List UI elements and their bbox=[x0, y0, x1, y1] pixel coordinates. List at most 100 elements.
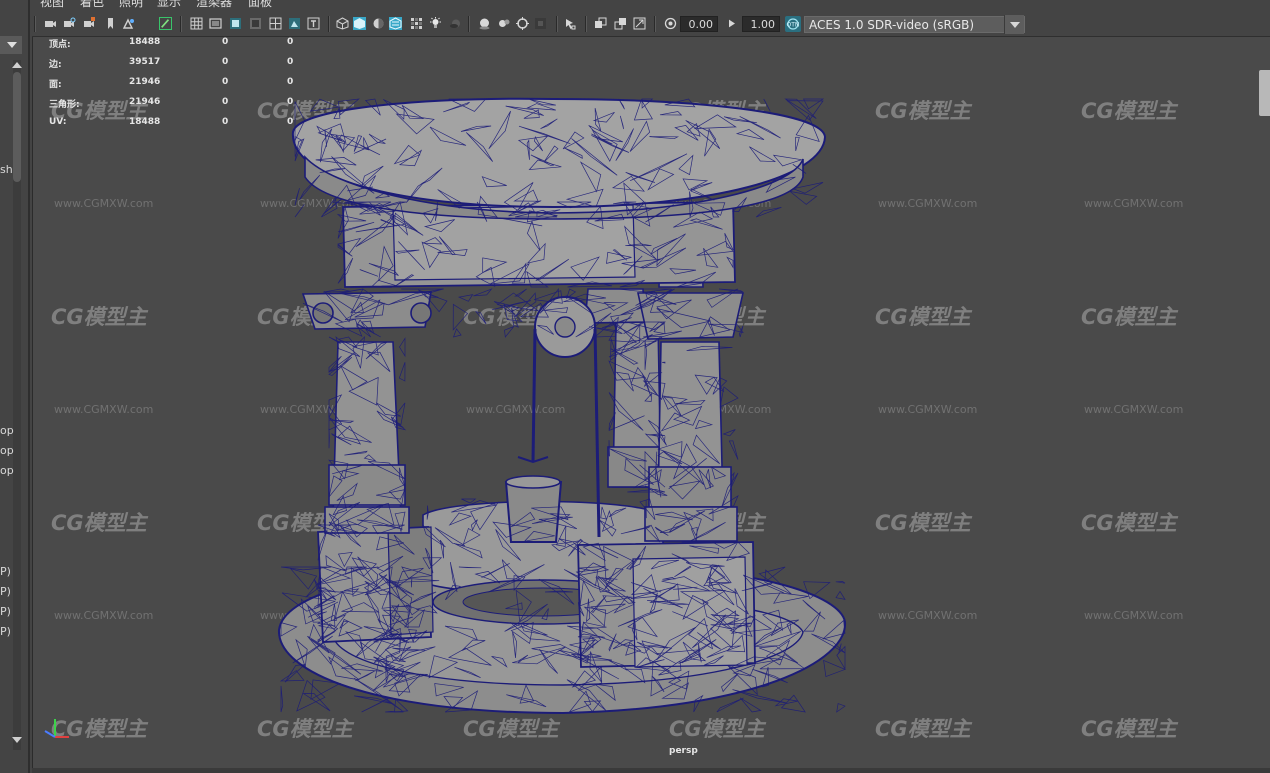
mesh-triangle bbox=[835, 590, 846, 600]
xray-active-icon[interactable] bbox=[594, 17, 607, 30]
depth-of-field-icon[interactable] bbox=[516, 17, 529, 30]
side-panel-tab[interactable] bbox=[1259, 70, 1270, 116]
mesh-triangle bbox=[457, 294, 474, 302]
mesh-triangle bbox=[452, 328, 462, 338]
color-management-select[interactable]: ACES 1.0 SDR-video (sRGB) bbox=[804, 16, 1025, 33]
menu-panels[interactable]: 面板 bbox=[248, 0, 272, 10]
mesh-triangle bbox=[755, 206, 782, 218]
wireframe-icon[interactable] bbox=[336, 17, 349, 30]
toolbar-separator bbox=[180, 16, 182, 32]
hud-label: 三角形: bbox=[49, 100, 80, 110]
panel-menu-bar: 视图 着色 照明 显示 渲染器 面板 bbox=[32, 0, 1270, 11]
toolbar-separator bbox=[585, 16, 587, 32]
textured-icon[interactable] bbox=[389, 17, 402, 30]
mesh-triangle bbox=[722, 429, 736, 437]
scroll-up-arrow-icon[interactable] bbox=[12, 62, 22, 68]
hud-value: 0 bbox=[222, 57, 229, 67]
menu-renderer[interactable]: 渲染器 bbox=[196, 0, 232, 10]
grid-icon[interactable] bbox=[190, 17, 203, 30]
bookmark-icon[interactable] bbox=[104, 17, 117, 30]
perspective-viewport[interactable]: CG模型主 www.CGMXW.com CG模型主 www.CGMXW.com CG模型… bbox=[32, 37, 1270, 773]
toolbar-separator bbox=[328, 16, 330, 32]
toolbar-separator bbox=[34, 16, 36, 32]
film-gate-icon[interactable] bbox=[209, 17, 222, 30]
panel-fragment: P) bbox=[0, 565, 11, 578]
exposure-icon[interactable] bbox=[664, 17, 677, 30]
hud-row-vertices: 顶点: 18488 0 0 bbox=[49, 37, 329, 57]
mesh-triangle bbox=[739, 697, 762, 713]
mesh-triangle bbox=[310, 679, 342, 700]
xray-icon[interactable] bbox=[564, 17, 577, 30]
select-camera-icon[interactable] bbox=[44, 17, 57, 30]
mesh-triangle bbox=[608, 440, 610, 457]
mesh-triangle bbox=[296, 679, 326, 712]
mesh-triangle bbox=[475, 310, 487, 325]
mesh-triangle bbox=[763, 98, 771, 112]
mesh-triangle bbox=[473, 288, 493, 297]
lock-camera-icon[interactable] bbox=[63, 17, 76, 30]
hud-value: 0 bbox=[222, 117, 229, 127]
hud-label: UV: bbox=[49, 117, 67, 127]
menu-view[interactable]: 视图 bbox=[40, 0, 64, 10]
camera-name-label: persp bbox=[669, 746, 698, 756]
menu-shading[interactable]: 着色 bbox=[80, 0, 104, 10]
safe-action-icon[interactable] bbox=[288, 17, 301, 30]
grease-pencil-icon[interactable] bbox=[159, 17, 172, 30]
mesh-triangle bbox=[504, 325, 515, 338]
gamma-icon[interactable] bbox=[725, 17, 738, 30]
menu-show[interactable]: 显示 bbox=[157, 0, 181, 10]
mesh-triangle bbox=[732, 689, 787, 704]
field-chart-icon[interactable] bbox=[269, 17, 282, 30]
hud-value: 18488 bbox=[129, 117, 161, 127]
mesh-triangle bbox=[328, 336, 341, 345]
safe-title-icon[interactable] bbox=[307, 17, 320, 30]
hud-row-edges: 边: 39517 0 0 bbox=[49, 57, 329, 77]
chevron-down-icon[interactable] bbox=[1004, 15, 1024, 34]
panel-fragment: op bbox=[0, 424, 14, 437]
scroll-down-arrow-icon[interactable] bbox=[12, 737, 22, 743]
color-management-icon[interactable]: OTN bbox=[785, 16, 801, 32]
mesh-triangle bbox=[284, 664, 306, 683]
panel-dropdown[interactable] bbox=[0, 36, 22, 54]
isolate-select-icon[interactable] bbox=[534, 17, 547, 30]
wireframe-well-model[interactable] bbox=[33, 37, 1270, 773]
mesh-triangle bbox=[835, 581, 846, 584]
motion-blur-icon[interactable] bbox=[478, 17, 491, 30]
exposure-field[interactable]: 0.00 bbox=[680, 16, 718, 32]
hud-row-faces: 面: 21946 0 0 bbox=[49, 77, 329, 97]
shadows-icon[interactable] bbox=[429, 17, 442, 30]
panel-scroll-thumb[interactable] bbox=[13, 72, 21, 182]
hud-value: 0 bbox=[222, 37, 229, 47]
mesh-triangle bbox=[294, 204, 305, 218]
hud-value: 0 bbox=[287, 57, 294, 67]
hud-row-uvs: UV: 18488 0 0 bbox=[49, 117, 329, 137]
mesh-triangle bbox=[294, 188, 300, 206]
viewport-bottom-border bbox=[32, 768, 1270, 773]
gate-mask-icon[interactable] bbox=[249, 17, 262, 30]
mesh-triangle bbox=[823, 659, 846, 678]
image-plane-icon[interactable] bbox=[122, 17, 135, 30]
mesh-triangle bbox=[784, 98, 817, 119]
mesh-triangle bbox=[361, 697, 391, 713]
panel-fragment: op bbox=[0, 464, 14, 477]
hud-value: 0 bbox=[287, 97, 294, 107]
anti-aliasing-icon[interactable] bbox=[498, 17, 511, 30]
gamma-field[interactable]: 1.00 bbox=[742, 16, 780, 32]
use-lights-icon[interactable] bbox=[410, 17, 423, 30]
mesh-triangle bbox=[836, 703, 846, 713]
hud-value: 0 bbox=[287, 117, 294, 127]
xray-joints-icon[interactable] bbox=[614, 17, 627, 30]
mesh-triangle bbox=[511, 307, 519, 328]
mesh-triangle bbox=[758, 566, 786, 581]
resolution-gate-icon[interactable] bbox=[229, 17, 242, 30]
hud-value: 18488 bbox=[129, 37, 161, 47]
smooth-shade-icon[interactable] bbox=[353, 17, 366, 30]
camera-attributes-icon[interactable] bbox=[83, 17, 96, 30]
screen-space-ao-icon[interactable] bbox=[449, 17, 462, 30]
menu-lighting[interactable]: 照明 bbox=[119, 0, 143, 10]
hud-value: 0 bbox=[222, 97, 229, 107]
default-material-icon[interactable] bbox=[372, 17, 385, 30]
left-outliner-panel: sh op op op P) P) P) P) bbox=[0, 0, 30, 773]
panel-fragment: P) bbox=[0, 605, 11, 618]
backface-culling-icon[interactable] bbox=[633, 17, 646, 30]
